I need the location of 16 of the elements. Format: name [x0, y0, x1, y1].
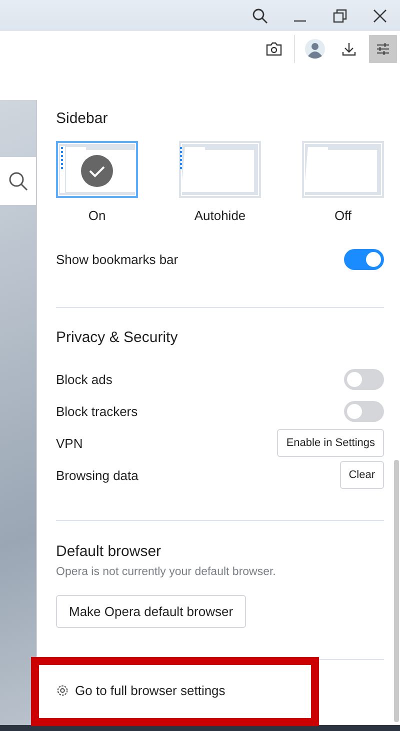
- sidebar-option[interactable]: Autohide: [179, 141, 261, 223]
- setting-label: Block trackers: [56, 404, 138, 418]
- sidebar-option[interactable]: On: [56, 141, 138, 223]
- default-browser-button[interactable]: Make Opera default browser: [56, 595, 246, 628]
- description-text: Opera is not currently your default browser.: [56, 566, 277, 578]
- setting-label: VPN: [56, 436, 83, 450]
- section-title: Default browser: [56, 543, 162, 560]
- setting-button[interactable]: Enable in Settings: [277, 429, 384, 457]
- setting-label: Block ads: [56, 372, 112, 386]
- section-title: Privacy & Security: [56, 329, 179, 346]
- full-settings-link[interactable]: Go to full browser settings: [56, 683, 226, 698]
- setting-button[interactable]: Clear: [340, 461, 384, 489]
- section-title: Sidebar: [56, 110, 109, 127]
- setting-label: Show bookmarks bar: [56, 252, 178, 266]
- setting-label: Browsing data: [56, 468, 138, 482]
- sidebar-option[interactable]: Off: [302, 141, 384, 223]
